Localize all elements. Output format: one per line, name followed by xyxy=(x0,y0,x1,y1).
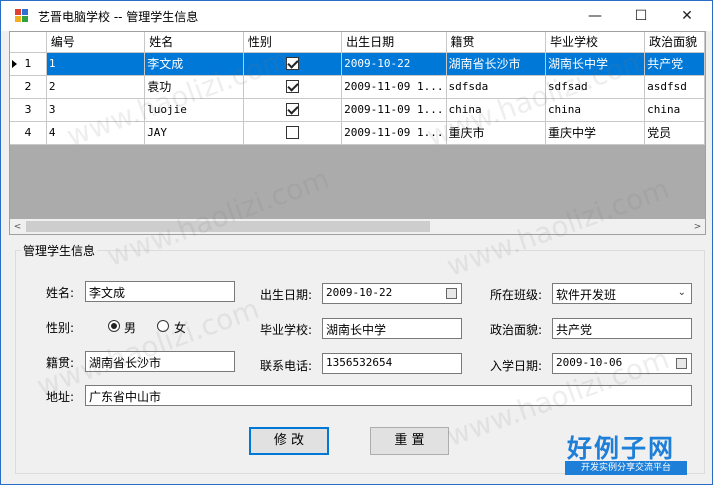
main-window: 艺晋电脑学校 -- 管理学生信息 — ☐ ✕ 编号 姓名 性别 出生日期 籍贯 … xyxy=(0,0,713,485)
native-label: 籍贯: xyxy=(46,356,75,370)
birth-label: 出生日期: xyxy=(260,288,313,302)
column-header-name[interactable]: 姓名 xyxy=(144,32,244,53)
name-label: 姓名: xyxy=(46,286,75,300)
window-title: 艺晋电脑学校 -- 管理学生信息 xyxy=(38,10,199,24)
title-bar[interactable]: 艺晋电脑学校 -- 管理学生信息 — ☐ ✕ xyxy=(1,1,712,31)
school-field[interactable]: 湖南长中学 xyxy=(322,318,462,339)
cell-birth[interactable]: 2009-11-09 1... xyxy=(341,98,447,122)
phone-field[interactable]: 1356532654 xyxy=(322,353,462,374)
cell-politics[interactable]: asdfsd xyxy=(644,75,705,99)
native-field[interactable]: 湖南省长沙市 xyxy=(85,351,235,372)
student-data-grid[interactable]: 编号 姓名 性别 出生日期 籍贯 毕业学校 政治面貌 1 1 李文成 2009-… xyxy=(9,31,706,235)
table-row[interactable]: 3 3 luojie 2009-11-09 1... china china c… xyxy=(10,98,705,122)
birth-date-value: 2009-10-22 xyxy=(326,286,393,299)
column-header-native[interactable]: 籍贯 xyxy=(446,32,546,53)
column-header-school[interactable]: 毕业学校 xyxy=(545,32,646,53)
name-field[interactable]: 李文成 xyxy=(85,281,235,302)
cell-gender[interactable] xyxy=(243,98,343,122)
cell-school[interactable]: 重庆中学 xyxy=(545,121,646,145)
logo-title: 好例子网 xyxy=(567,434,676,463)
cell-gender[interactable] xyxy=(243,75,343,99)
table-row[interactable]: 1 1 李文成 2009-10-22 湖南省长沙市 湖南长中学 共产党 xyxy=(10,52,705,76)
gender-checkbox[interactable] xyxy=(286,80,299,94)
app-icon xyxy=(15,9,28,22)
address-field[interactable]: 广东省中山市 xyxy=(85,385,692,406)
gender-label: 性别: xyxy=(46,321,75,335)
cell-name[interactable]: 袁功 xyxy=(144,75,244,99)
cell-name[interactable]: luojie xyxy=(144,98,244,122)
male-label[interactable]: 男 xyxy=(124,319,136,336)
row-header[interactable]: 1 xyxy=(10,52,47,76)
scroll-right-icon[interactable]: > xyxy=(690,219,705,234)
calendar-icon[interactable] xyxy=(446,288,457,299)
female-radio[interactable] xyxy=(157,320,169,332)
row-header[interactable]: 3 xyxy=(10,98,47,122)
row-header[interactable]: 2 xyxy=(10,75,47,99)
maximize-button[interactable]: ☐ xyxy=(618,1,664,31)
scroll-left-icon[interactable]: < xyxy=(10,219,25,234)
row-number: 1 xyxy=(24,57,32,70)
phone-label: 联系电话: xyxy=(260,359,313,373)
cell-id[interactable]: 4 xyxy=(46,121,146,145)
female-label[interactable]: 女 xyxy=(174,319,186,336)
row-header[interactable]: 4 xyxy=(10,121,47,145)
modify-button[interactable]: 修 改 xyxy=(249,427,329,455)
gender-checkbox[interactable] xyxy=(286,126,299,140)
cell-id[interactable]: 2 xyxy=(46,75,146,99)
group-title: 管理学生信息 xyxy=(21,242,98,259)
enroll-date-value: 2009-10-06 xyxy=(556,356,623,369)
calendar-icon[interactable] xyxy=(676,358,687,369)
logo-subtitle: 开发实例分享交流平台 xyxy=(565,461,687,475)
enroll-label: 入学日期: xyxy=(490,359,543,373)
cell-id[interactable]: 3 xyxy=(46,98,146,122)
cell-native[interactable]: 湖南省长沙市 xyxy=(446,52,546,76)
cell-politics[interactable]: 共产党 xyxy=(644,52,705,76)
cell-school[interactable]: 湖南长中学 xyxy=(545,52,646,76)
politics-field[interactable]: 共产党 xyxy=(552,318,692,339)
horizontal-scrollbar[interactable]: < > xyxy=(10,219,705,234)
row-header-corner[interactable] xyxy=(10,32,47,53)
class-value: 软件开发班 xyxy=(556,288,617,302)
reset-button[interactable]: 重 置 xyxy=(370,427,449,455)
cell-native[interactable]: 重庆市 xyxy=(446,121,546,145)
table-row[interactable]: 4 4 JAY 2009-11-09 1... 重庆市 重庆中学 党员 xyxy=(10,121,705,145)
minimize-button[interactable]: — xyxy=(572,1,618,31)
cell-politics[interactable]: china xyxy=(644,98,705,122)
birth-date-picker[interactable]: 2009-10-22 xyxy=(322,283,462,304)
school-label: 毕业学校: xyxy=(260,323,313,337)
cell-birth[interactable]: 2009-11-09 1... xyxy=(341,75,447,99)
gender-checkbox[interactable] xyxy=(286,57,299,71)
column-header-id[interactable]: 编号 xyxy=(46,32,146,53)
cell-name[interactable]: 李文成 xyxy=(144,52,244,76)
cell-birth[interactable]: 2009-10-22 xyxy=(341,52,447,76)
cell-birth[interactable]: 2009-11-09 1... xyxy=(341,121,447,145)
gender-checkbox[interactable] xyxy=(286,103,299,117)
chevron-down-icon[interactable]: ⌄ xyxy=(678,287,686,298)
cell-politics[interactable]: 党员 xyxy=(644,121,705,145)
class-combobox[interactable]: 软件开发班 ⌄ xyxy=(552,283,692,304)
cell-gender[interactable] xyxy=(243,121,343,145)
column-header-politics[interactable]: 政治面貌 xyxy=(644,32,705,53)
cell-school[interactable]: sdfsad xyxy=(545,75,646,99)
column-header-gender[interactable]: 性别 xyxy=(243,32,343,53)
grid-table: 编号 姓名 性别 出生日期 籍贯 毕业学校 政治面貌 1 1 李文成 2009-… xyxy=(10,32,705,145)
column-header-birth[interactable]: 出生日期 xyxy=(341,32,447,53)
cell-native[interactable]: sdfsda xyxy=(446,75,546,99)
address-label: 地址: xyxy=(46,390,75,404)
scroll-thumb[interactable] xyxy=(26,221,430,232)
cell-native[interactable]: china xyxy=(446,98,546,122)
male-radio[interactable] xyxy=(108,320,120,332)
grid-header-row: 编号 姓名 性别 出生日期 籍贯 毕业学校 政治面貌 xyxy=(10,32,705,53)
cell-school[interactable]: china xyxy=(545,98,646,122)
enroll-date-picker[interactable]: 2009-10-06 xyxy=(552,353,692,374)
cell-id[interactable]: 1 xyxy=(46,52,146,76)
cell-name[interactable]: JAY xyxy=(144,121,244,145)
class-label: 所在班级: xyxy=(490,288,543,302)
table-row[interactable]: 2 2 袁功 2009-11-09 1... sdfsda sdfsad asd… xyxy=(10,75,705,99)
politics-label: 政治面貌: xyxy=(490,323,543,337)
close-button[interactable]: ✕ xyxy=(664,1,710,31)
cell-gender[interactable] xyxy=(243,52,343,76)
current-row-arrow-icon xyxy=(12,59,17,68)
site-logo: 好例子网 开发实例分享交流平台 xyxy=(565,429,687,479)
